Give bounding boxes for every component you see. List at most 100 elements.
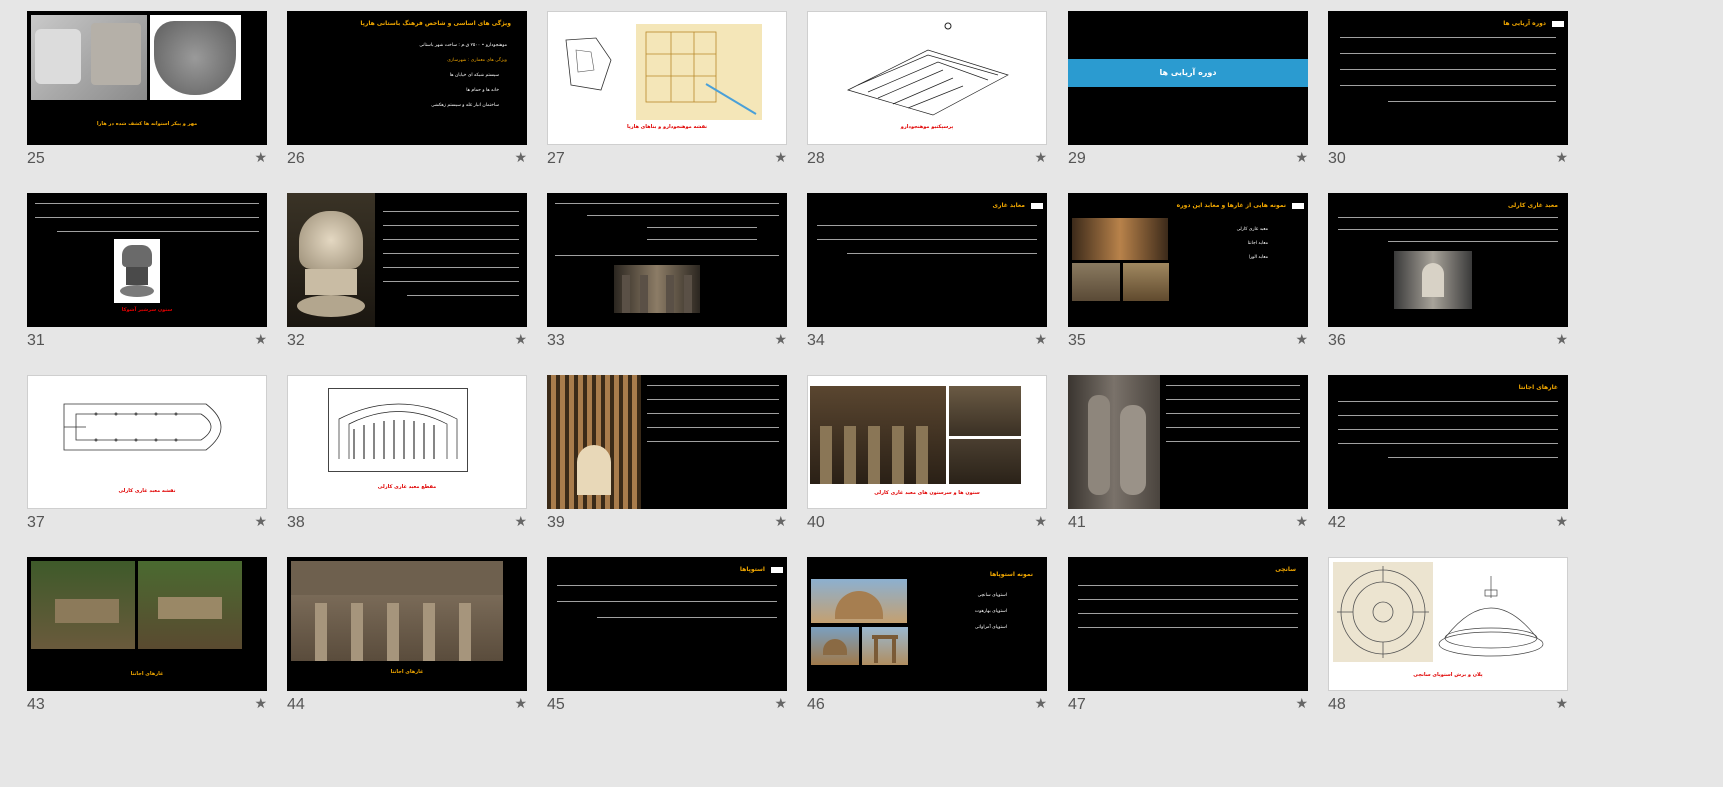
slide-thumbnail[interactable]: غارهای اجانتا 43 ★: [27, 557, 267, 713]
stupa-section-drawing: [1437, 568, 1545, 658]
star-icon[interactable]: ★: [1295, 514, 1308, 530]
slide-thumbnail[interactable]: نقشه معبد غاری کارلی 37 ★: [27, 375, 267, 531]
star-icon[interactable]: ★: [774, 332, 787, 348]
star-icon[interactable]: ★: [1034, 332, 1047, 348]
slide-caption: مهر و پیکر استوانه ها کشف شده در هارا: [96, 121, 198, 127]
cave-photo: [1123, 263, 1169, 301]
city-plan-image: [636, 24, 762, 120]
ajanta-photo: [31, 561, 135, 649]
slide-thumbnail[interactable]: معابد غاری 34 ★: [807, 193, 1047, 349]
star-icon[interactable]: ★: [514, 150, 527, 166]
star-icon[interactable]: ★: [514, 696, 527, 712]
star-icon[interactable]: ★: [1295, 332, 1308, 348]
star-icon[interactable]: ★: [254, 696, 267, 712]
slide-number: 34: [807, 332, 825, 349]
ajanta-facade-photo: [291, 561, 503, 661]
plan-drawing: [56, 394, 240, 460]
slide-bullet: معبد غاری کارلی: [1236, 227, 1268, 232]
slide-thumbnail[interactable]: پلان و برش استوپای سانچی 48 ★: [1328, 557, 1568, 713]
slide-preview[interactable]: مقطع معبد غاری کارلی: [287, 375, 527, 509]
slide-thumbnail[interactable]: غارهای اجانتا 42 ★: [1328, 375, 1568, 531]
star-icon[interactable]: ★: [1295, 696, 1308, 712]
slide-thumbnail[interactable]: استوپاها 45 ★: [547, 557, 787, 713]
slide-preview[interactable]: [1068, 375, 1308, 509]
slide-thumbnail[interactable]: دوره آریایی ها 29 ★: [1068, 11, 1308, 167]
star-icon[interactable]: ★: [1034, 696, 1047, 712]
stupa-plan-drawing: [1333, 562, 1433, 662]
slide-number: 43: [27, 696, 45, 713]
star-icon[interactable]: ★: [1034, 514, 1047, 530]
slide-thumbnail[interactable]: 33 ★: [547, 193, 787, 349]
chaitya-interior-image: [547, 375, 641, 509]
slide-thumbnail[interactable]: 39 ★: [547, 375, 787, 531]
section-banner: دوره آریایی ها: [1068, 59, 1308, 87]
slide-caption: ستون ها و سرستون های معبد غاری کارلی: [874, 490, 980, 496]
star-icon[interactable]: ★: [514, 332, 527, 348]
slide-preview[interactable]: سانچی: [1068, 557, 1308, 691]
slide-preview[interactable]: نقشه معبد غاری کارلی: [27, 375, 267, 509]
star-icon[interactable]: ★: [254, 332, 267, 348]
slide-bullet: سیستم شبکه ای خیابان ها: [449, 73, 499, 78]
slide-preview[interactable]: معابد غاری: [807, 193, 1047, 327]
slide-preview[interactable]: غارهای اجانتا: [1328, 375, 1568, 509]
slide-thumbnail[interactable]: پرسپکتیو موهنجودارو 28 ★: [807, 11, 1047, 167]
slide-number: 44: [287, 696, 305, 713]
slide-number: 35: [1068, 332, 1086, 349]
star-icon[interactable]: ★: [514, 514, 527, 530]
slide-preview[interactable]: [287, 193, 527, 327]
slide-preview[interactable]: [547, 193, 787, 327]
slide-thumbnail[interactable]: سانچی 47 ★: [1068, 557, 1308, 713]
star-icon[interactable]: ★: [1555, 150, 1568, 166]
star-icon[interactable]: ★: [1295, 150, 1308, 166]
slide-number: 46: [807, 696, 825, 713]
star-icon[interactable]: ★: [1034, 150, 1047, 166]
slide-preview[interactable]: دوره آریایی ها: [1328, 11, 1568, 145]
slide-thumbnail[interactable]: ستون ها و سرستون های معبد غاری کارلی 40 …: [807, 375, 1047, 531]
slide-thumbnail[interactable]: نمونه هایی از غارها و معابد این دوره معب…: [1068, 193, 1308, 349]
star-icon[interactable]: ★: [254, 514, 267, 530]
star-icon[interactable]: ★: [774, 696, 787, 712]
slide-title: معبد غاری کارلی: [1507, 202, 1558, 209]
slide-preview[interactable]: نمونه استوپاها استوپای سانچی استوپای بها…: [807, 557, 1047, 691]
slide-preview[interactable]: نمونه هایی از غارها و معابد این دوره معب…: [1068, 193, 1308, 327]
slide-preview[interactable]: [547, 375, 787, 509]
star-icon[interactable]: ★: [774, 150, 787, 166]
slide-preview[interactable]: ویژگی های اساسی و شاخص فرهنگ باستانی هار…: [287, 11, 527, 145]
star-icon[interactable]: ★: [254, 150, 267, 166]
slide-thumbnail[interactable]: مقطع معبد غاری کارلی 38 ★: [287, 375, 527, 531]
star-icon[interactable]: ★: [1555, 332, 1568, 348]
slide-thumbnail[interactable]: نمونه استوپاها استوپای سانچی استوپای بها…: [807, 557, 1047, 713]
slide-preview[interactable]: پلان و برش استوپای سانچی: [1328, 557, 1568, 691]
slide-preview[interactable]: نقشه موهنجودارو و بناهای هارپا: [547, 11, 787, 145]
slide-preview[interactable]: معبد غاری کارلی: [1328, 193, 1568, 327]
column-photo: [810, 386, 946, 484]
slide-preview[interactable]: مهر و پیکر استوانه ها کشف شده در هارا: [27, 11, 267, 145]
slide-caption: غارهای اجانتا: [130, 671, 164, 677]
slide-caption: نقشه موهنجودارو و بناهای هارپا: [626, 124, 708, 130]
slide-thumbnail[interactable]: 41 ★: [1068, 375, 1308, 531]
cave-photo: [1072, 263, 1120, 301]
gateway-photo: [862, 627, 908, 665]
slide-thumbnail[interactable]: معبد غاری کارلی 36 ★: [1328, 193, 1568, 349]
slide-thumbnail[interactable]: ویژگی های اساسی و شاخص فرهنگ باستانی هار…: [287, 11, 527, 167]
slide-preview[interactable]: پرسپکتیو موهنجودارو: [807, 11, 1047, 145]
slide-preview[interactable]: غارهای اجانتا: [27, 557, 267, 691]
slide-preview[interactable]: ستون ها و سرستون های معبد غاری کارلی: [807, 375, 1047, 509]
slide-thumbnail[interactable]: نقشه موهنجودارو و بناهای هارپا 27 ★: [547, 11, 787, 167]
slide-thumbnail[interactable]: ستون سرشیر آشوکا 31 ★: [27, 193, 267, 349]
slide-number: 31: [27, 332, 45, 349]
star-icon[interactable]: ★: [774, 514, 787, 530]
slide-preview[interactable]: غارهای اجانتا: [287, 557, 527, 691]
slide-preview[interactable]: دوره آریایی ها: [1068, 11, 1308, 145]
slide-thumbnail[interactable]: مهر و پیکر استوانه ها کشف شده در هارا 25…: [27, 11, 267, 167]
site-sketch-image: [556, 30, 626, 100]
star-icon[interactable]: ★: [1555, 514, 1568, 530]
slide-number: 45: [547, 696, 565, 713]
slide-preview[interactable]: ستون سرشیر آشوکا: [27, 193, 267, 327]
slide-thumbnail[interactable]: 32 ★: [287, 193, 527, 349]
slide-number: 36: [1328, 332, 1346, 349]
slide-preview[interactable]: استوپاها: [547, 557, 787, 691]
slide-thumbnail[interactable]: غارهای اجانتا 44 ★: [287, 557, 527, 713]
slide-thumbnail[interactable]: دوره آریایی ها 30 ★: [1328, 11, 1568, 167]
star-icon[interactable]: ★: [1555, 696, 1568, 712]
